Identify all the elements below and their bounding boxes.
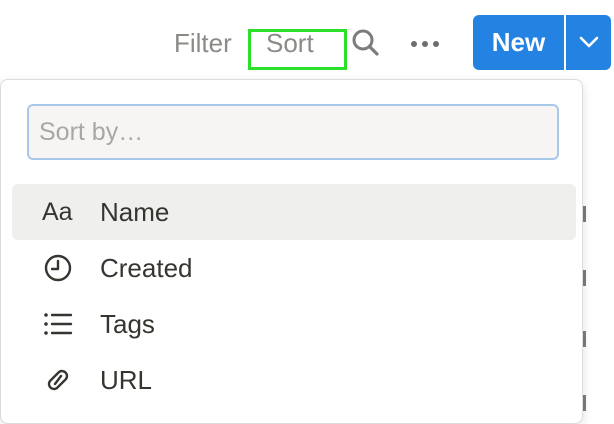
sort-option-created[interactable]: Created	[12, 240, 576, 296]
sort-button[interactable]: Sort	[266, 26, 314, 60]
sort-option-url[interactable]: URL	[12, 352, 576, 408]
sort-option-label: Created	[100, 253, 193, 283]
sort-option-label: Tags	[100, 309, 155, 339]
database-toolbar: Filter Sort New	[0, 0, 614, 84]
background-row-marks	[583, 190, 589, 420]
chevron-down-icon	[579, 36, 599, 48]
link-icon	[42, 365, 74, 395]
row-mark	[583, 331, 586, 347]
sort-option-label: Name	[100, 197, 170, 227]
sort-search-input[interactable]	[27, 104, 559, 160]
filter-button[interactable]: Filter	[174, 26, 232, 60]
sort-option-label: URL	[100, 365, 153, 395]
row-mark	[583, 395, 586, 411]
clock-icon	[42, 253, 74, 283]
sort-dropdown: Aa Name Created Tags	[0, 79, 583, 424]
sort-option-tags[interactable]: Tags	[12, 296, 576, 352]
new-options-button[interactable]	[566, 15, 611, 70]
new-button[interactable]: New	[473, 15, 564, 70]
more-horizontal-icon[interactable]	[409, 30, 441, 58]
text-type-icon: Aa	[42, 198, 73, 226]
sort-option-name[interactable]: Aa Name	[12, 184, 576, 240]
row-mark	[583, 206, 586, 222]
list-icon	[42, 309, 74, 339]
search-icon[interactable]	[350, 28, 380, 58]
row-mark	[583, 270, 586, 286]
